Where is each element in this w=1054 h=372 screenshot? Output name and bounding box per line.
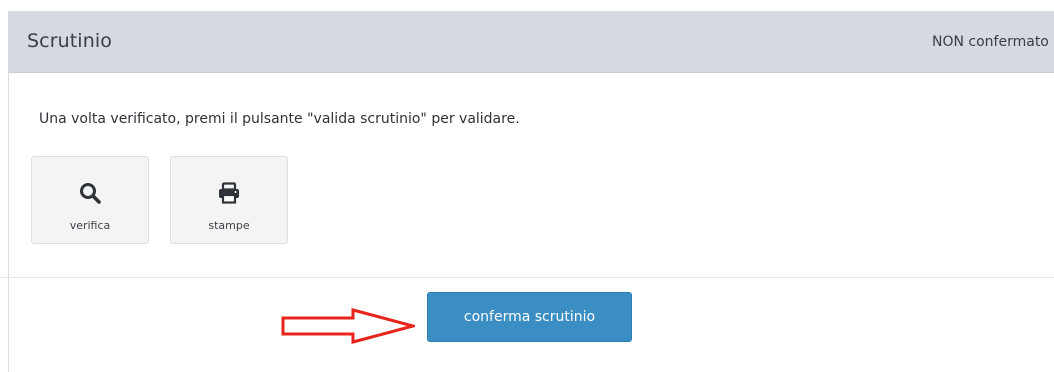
- panel-title: Scrutinio: [27, 30, 112, 52]
- print-icon: [219, 182, 239, 204]
- instruction-text: Una volta verificato, premi il pulsante …: [39, 111, 520, 127]
- verifica-button[interactable]: verifica: [31, 156, 149, 244]
- footer-divider: [0, 277, 1054, 278]
- status-text: NON confermato: [932, 34, 1049, 50]
- panel-header: Scrutinio NON confermato: [9, 12, 1054, 73]
- red-arrow-right-icon: [281, 308, 415, 344]
- stampe-button[interactable]: stampe: [170, 156, 288, 244]
- confirm-scrutinio-button[interactable]: conferma scrutinio: [427, 292, 632, 342]
- search-icon: [80, 183, 101, 204]
- verifica-label: verifica: [69, 219, 111, 232]
- stampe-label: stampe: [208, 219, 250, 232]
